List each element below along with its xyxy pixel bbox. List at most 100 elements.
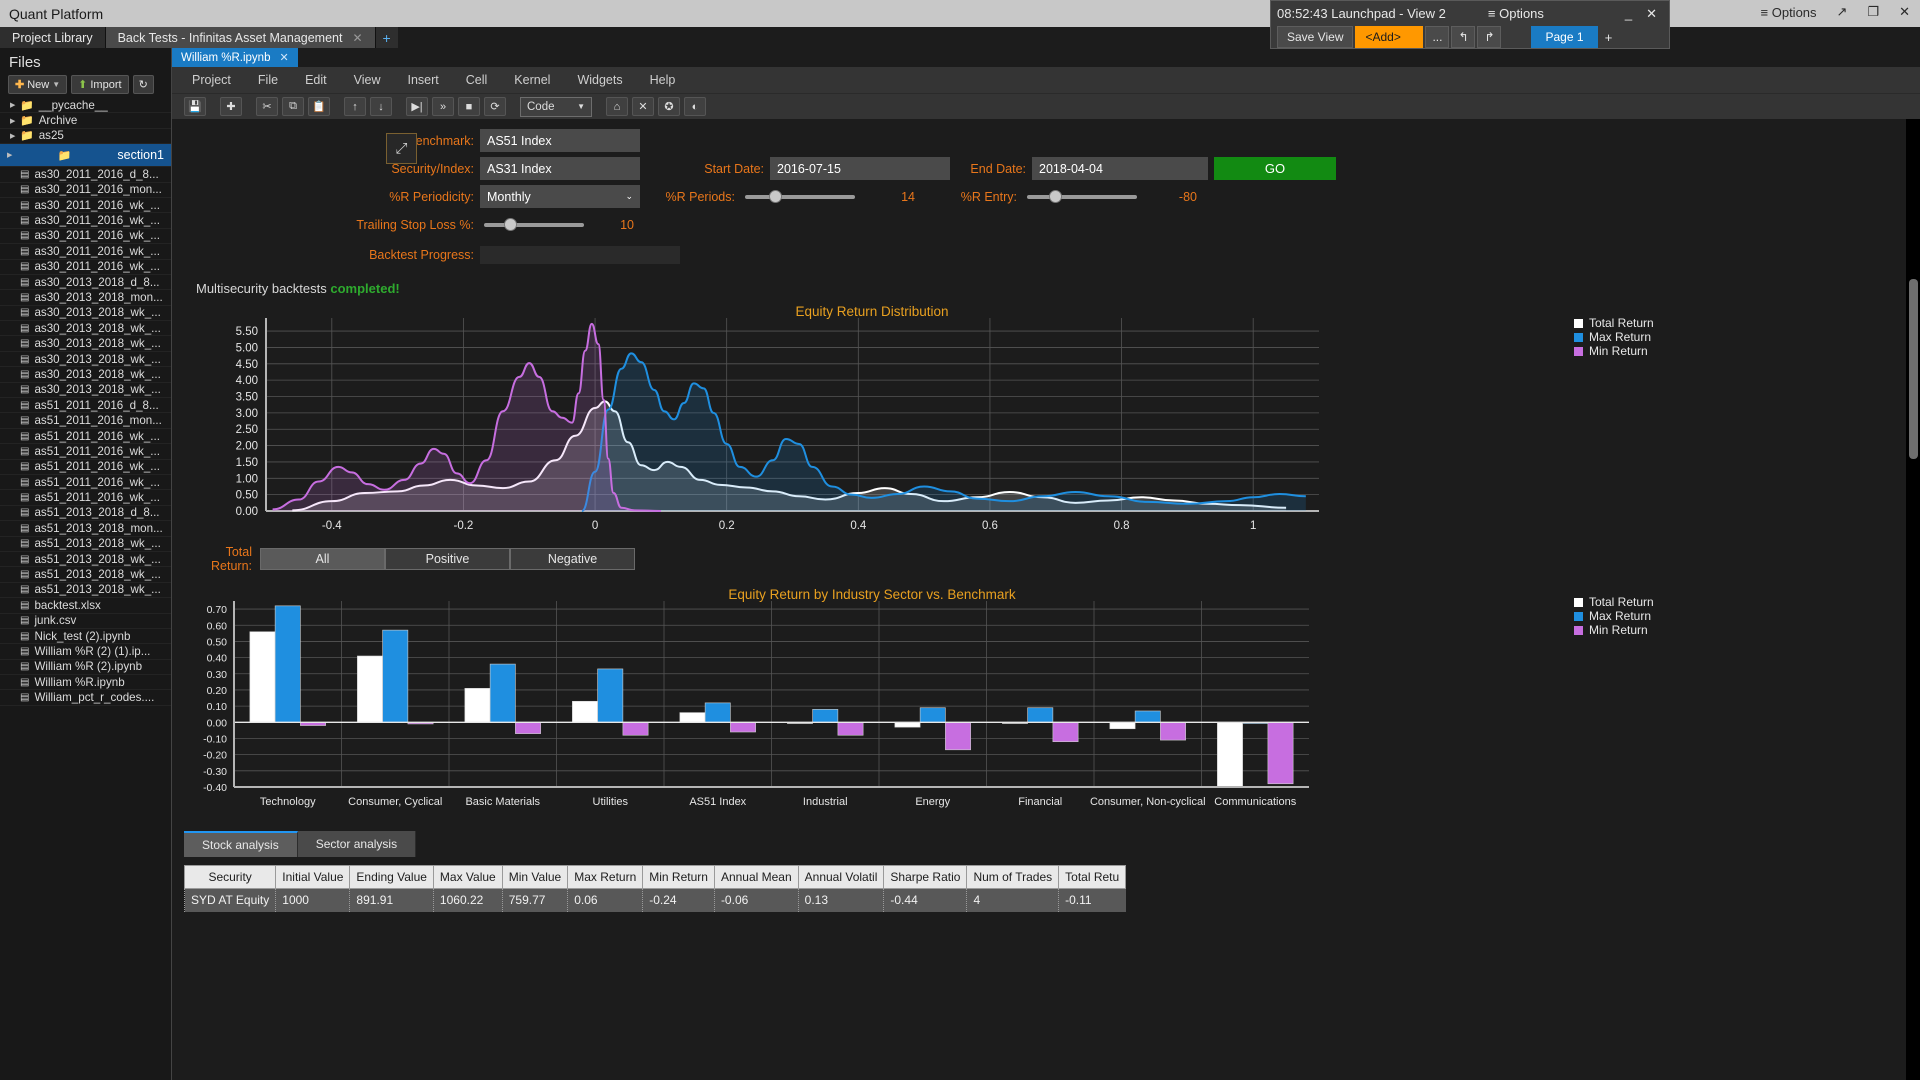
file-item[interactable]: ▤as51_2013_2018_wk_... bbox=[0, 583, 171, 598]
filter-negative-button[interactable]: Negative bbox=[510, 548, 635, 570]
file-item[interactable]: ▤as30_2013_2018_wk_... bbox=[0, 306, 171, 321]
project-tab-back-tests[interactable]: Back Tests - Infinitas Asset Management … bbox=[106, 27, 376, 48]
file-item[interactable]: ▤as51_2013_2018_d_8... bbox=[0, 506, 171, 521]
file-item[interactable]: ▤as51_2013_2018_mon... bbox=[0, 521, 171, 536]
table-column-header[interactable]: Initial Value bbox=[276, 866, 350, 889]
table-column-header[interactable]: Num of Trades bbox=[967, 866, 1059, 889]
close-icon[interactable]: ✕ bbox=[352, 31, 362, 45]
close-icon[interactable]: ✕ bbox=[632, 97, 654, 116]
launchpad-minimize-button[interactable]: _ bbox=[1625, 6, 1632, 22]
file-item[interactable]: ▤William %R.ipynb bbox=[0, 675, 171, 690]
menu-item-help[interactable]: Help bbox=[650, 73, 676, 87]
file-item[interactable]: ▤as51_2013_2018_wk_... bbox=[0, 537, 171, 552]
file-item[interactable]: ▤backtest.xlsx bbox=[0, 598, 171, 613]
file-item[interactable]: ▤William_pct_r_codes.... bbox=[0, 690, 171, 705]
undo-icon[interactable]: ↰ bbox=[1451, 26, 1475, 48]
folder-item[interactable]: ▶📁as25 bbox=[0, 129, 171, 144]
cell-type-select[interactable]: Code ▼ bbox=[520, 97, 592, 117]
cut-icon[interactable]: ✂ bbox=[256, 97, 278, 116]
refresh-icon[interactable]: ↻ bbox=[133, 75, 154, 94]
launchpad-options-button[interactable]: ≡ Options bbox=[1488, 6, 1544, 21]
file-list[interactable]: ▶📁__pycache__▶📁Archive▶📁as25▶📁section1▤a… bbox=[0, 98, 171, 1080]
copy-icon[interactable]: ⧉ bbox=[282, 97, 304, 116]
file-item[interactable]: ▤as30_2011_2016_wk_... bbox=[0, 198, 171, 213]
project-tab-project-library[interactable]: Project Library bbox=[0, 27, 106, 48]
folder-item[interactable]: ▶📁Archive bbox=[0, 113, 171, 128]
contrast-icon[interactable]: ◐ bbox=[684, 97, 706, 116]
table-column-header[interactable]: Annual Volatil bbox=[798, 866, 884, 889]
restart-kernel-icon[interactable]: ⟳ bbox=[484, 97, 506, 116]
maximize-icon[interactable]: ↗ bbox=[1837, 4, 1848, 20]
save-view-button[interactable]: Save View bbox=[1277, 26, 1353, 48]
close-icon[interactable]: ✕ bbox=[1899, 4, 1910, 20]
file-item[interactable]: ▤as30_2011_2016_wk_... bbox=[0, 229, 171, 244]
table-row[interactable]: SYD AT Equity1000891.911060.22759.770.06… bbox=[185, 889, 1126, 912]
start-date-input[interactable]: 2016-07-15 bbox=[770, 157, 950, 180]
file-item[interactable]: ▤as30_2011_2016_d_8... bbox=[0, 167, 171, 182]
add-cell-icon[interactable]: ✚ bbox=[220, 97, 242, 116]
run-all-icon[interactable]: » bbox=[432, 97, 454, 116]
file-item[interactable]: ▤Nick_test (2).ipynb bbox=[0, 629, 171, 644]
go-button[interactable]: GO bbox=[1214, 157, 1336, 180]
table-column-header[interactable]: Sharpe Ratio bbox=[884, 866, 967, 889]
menu-item-file[interactable]: File bbox=[258, 73, 278, 87]
file-item[interactable]: ▤as30_2013_2018_wk_... bbox=[0, 383, 171, 398]
page-tab-1[interactable]: Page 1 bbox=[1531, 26, 1597, 48]
add-project-tab-button[interactable]: + bbox=[376, 27, 398, 48]
file-item[interactable]: ▤as30_2011_2016_wk_... bbox=[0, 244, 171, 259]
filter-positive-button[interactable]: Positive bbox=[385, 548, 510, 570]
file-item[interactable]: ▤as51_2011_2016_wk_... bbox=[0, 490, 171, 505]
home-icon[interactable]: ⌂ bbox=[606, 97, 628, 116]
stop-icon[interactable]: ■ bbox=[458, 97, 480, 116]
table-column-header[interactable]: Max Return bbox=[568, 866, 643, 889]
expand-icon[interactable]: ⤢ bbox=[386, 133, 417, 164]
table-column-header[interactable]: Min Return bbox=[643, 866, 715, 889]
file-item[interactable]: ▤as51_2013_2018_wk_... bbox=[0, 567, 171, 582]
launchpad-window[interactable]: 08:52:43 Launchpad - View 2 ≡ Options _ … bbox=[1270, 0, 1670, 49]
launchpad-close-button[interactable]: ✕ bbox=[1646, 6, 1657, 22]
notebook-tab-william-pct-r[interactable]: William %R.ipynb ✕ bbox=[172, 48, 298, 67]
security-index-input[interactable]: AS31 Index bbox=[480, 157, 640, 180]
bt-benchmark-input[interactable]: AS51 Index bbox=[480, 129, 640, 152]
file-item[interactable]: ▤as51_2011_2016_wk_... bbox=[0, 460, 171, 475]
move-up-icon[interactable]: ↑ bbox=[344, 97, 366, 116]
end-date-input[interactable]: 2018-04-04 bbox=[1032, 157, 1208, 180]
file-item[interactable]: ▤as51_2013_2018_wk_... bbox=[0, 552, 171, 567]
menu-item-widgets[interactable]: Widgets bbox=[577, 73, 622, 87]
menu-item-view[interactable]: View bbox=[354, 73, 381, 87]
file-item[interactable]: ▤William %R (2).ipynb bbox=[0, 660, 171, 675]
add-page-button[interactable]: + bbox=[1600, 26, 1618, 48]
run-cell-icon[interactable]: ▶| bbox=[406, 97, 428, 116]
redo-icon[interactable]: ↱ bbox=[1477, 26, 1501, 48]
entry-slider[interactable] bbox=[1027, 187, 1137, 207]
tab-sector-analysis[interactable]: Sector analysis bbox=[298, 831, 416, 857]
menu-item-edit[interactable]: Edit bbox=[305, 73, 327, 87]
add-view-button[interactable]: <Add> bbox=[1355, 26, 1423, 48]
file-item[interactable]: ▤as51_2011_2016_wk_... bbox=[0, 475, 171, 490]
file-item[interactable]: ▤as30_2011_2016_wk_... bbox=[0, 213, 171, 228]
menu-item-kernel[interactable]: Kernel bbox=[514, 73, 550, 87]
table-column-header[interactable]: Max Value bbox=[433, 866, 502, 889]
file-item[interactable]: ▤as30_2013_2018_d_8... bbox=[0, 275, 171, 290]
folder-item[interactable]: ▶📁__pycache__ bbox=[0, 98, 171, 113]
file-item[interactable]: ▤as30_2011_2016_mon... bbox=[0, 183, 171, 198]
file-item[interactable]: ▤as30_2013_2018_wk_... bbox=[0, 336, 171, 351]
new-file-button[interactable]: ✚ New ▼ bbox=[8, 75, 67, 94]
options-menu-icon[interactable]: ≡ Options bbox=[1761, 5, 1817, 20]
file-item[interactable]: ▤as51_2011_2016_wk_... bbox=[0, 444, 171, 459]
import-button[interactable]: ⬆ Import bbox=[71, 75, 128, 94]
table-column-header[interactable]: Security bbox=[185, 866, 276, 889]
menu-item-insert[interactable]: Insert bbox=[407, 73, 438, 87]
file-item[interactable]: ▤as51_2011_2016_d_8... bbox=[0, 398, 171, 413]
close-icon[interactable]: ✕ bbox=[279, 51, 288, 64]
trailing-stop-slider[interactable] bbox=[484, 215, 584, 235]
file-item[interactable]: ▤junk.csv bbox=[0, 614, 171, 629]
menu-item-project[interactable]: Project bbox=[192, 73, 231, 87]
table-column-header[interactable]: Total Retu bbox=[1059, 866, 1126, 889]
table-column-header[interactable]: Min Value bbox=[502, 866, 567, 889]
move-down-icon[interactable]: ↓ bbox=[370, 97, 392, 116]
periodicity-select[interactable]: Monthly ⌄ bbox=[480, 185, 640, 208]
file-item[interactable]: ▤as30_2013_2018_wk_... bbox=[0, 352, 171, 367]
restore-icon[interactable]: ❐ bbox=[1867, 4, 1879, 20]
file-item[interactable]: ▤as51_2011_2016_wk_... bbox=[0, 429, 171, 444]
